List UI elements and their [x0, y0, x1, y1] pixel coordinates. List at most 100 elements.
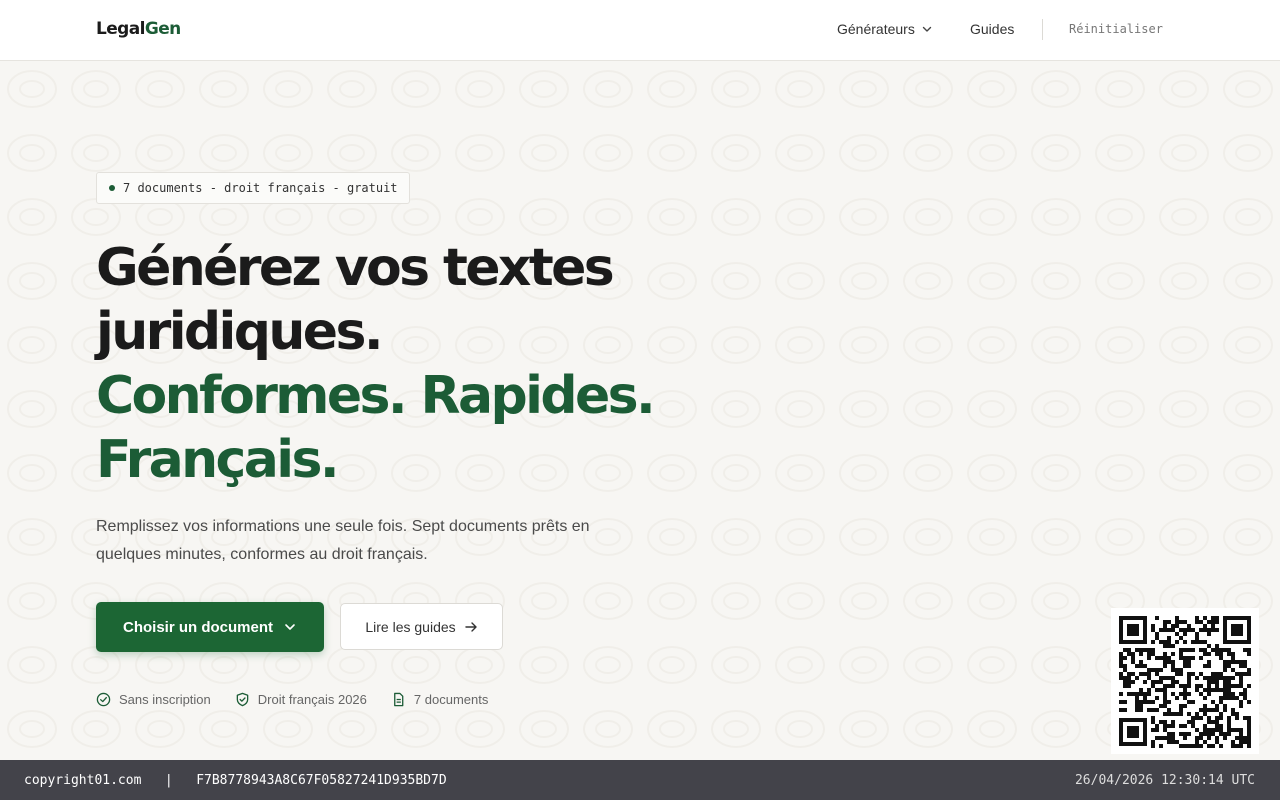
qr-module: [1231, 728, 1235, 732]
qr-module: [1195, 688, 1199, 692]
qr-module: [1179, 732, 1183, 736]
qr-module: [1171, 720, 1175, 724]
qr-module: [1211, 620, 1215, 624]
qr-module: [1243, 648, 1247, 652]
qr-module: [1135, 696, 1139, 700]
logo[interactable]: LegalGen: [96, 19, 181, 39]
qr-module: [1163, 628, 1167, 632]
qr-module: [1175, 624, 1179, 628]
qr-module: [1195, 712, 1199, 716]
qr-module: [1231, 740, 1235, 744]
qr-module: [1139, 688, 1143, 692]
reset-button[interactable]: Réinitialiser: [1069, 22, 1163, 36]
qr-module: [1175, 640, 1179, 644]
qr-module: [1139, 652, 1143, 656]
nav-generators-label: Générateurs: [837, 21, 915, 37]
qr-module: [1239, 664, 1243, 668]
qr-module: [1235, 728, 1239, 732]
qr-module: [1139, 648, 1143, 652]
qr-module: [1163, 656, 1167, 660]
qr-module: [1207, 632, 1211, 636]
qr-module: [1239, 740, 1243, 744]
qr-module: [1179, 636, 1183, 640]
nav-guides-link[interactable]: Guides: [970, 21, 1014, 37]
qr-module: [1191, 724, 1195, 728]
qr-module: [1163, 676, 1167, 680]
qr-module: [1183, 704, 1187, 708]
choose-document-button[interactable]: Choisir un document: [96, 602, 324, 652]
qr-module: [1139, 708, 1143, 712]
qr-module: [1215, 716, 1219, 720]
qr-module: [1151, 744, 1155, 748]
qr-module: [1247, 648, 1251, 652]
qr-module: [1135, 704, 1139, 708]
qr-module: [1207, 716, 1211, 720]
nav-generators-dropdown[interactable]: Générateurs: [837, 21, 933, 37]
qr-module: [1151, 716, 1155, 720]
qr-module: [1211, 624, 1215, 628]
qr-module: [1155, 736, 1159, 740]
qr-module: [1127, 652, 1131, 656]
qr-module: [1223, 692, 1227, 696]
qr-module: [1211, 688, 1215, 692]
qr-module: [1135, 700, 1139, 704]
qr-module: [1203, 688, 1207, 692]
qr-module: [1143, 672, 1147, 676]
qr-module: [1179, 684, 1183, 688]
qr-module: [1167, 628, 1171, 632]
qr-module: [1119, 652, 1123, 656]
read-guides-label: Lire les guides: [365, 618, 456, 635]
qr-module: [1195, 640, 1199, 644]
qr-module: [1171, 644, 1175, 648]
qr-module: [1219, 728, 1223, 732]
qr-module: [1187, 692, 1191, 696]
qr-module: [1179, 672, 1183, 676]
qr-module: [1239, 684, 1243, 688]
qr-module: [1239, 704, 1243, 708]
qr-module: [1195, 632, 1199, 636]
qr-module: [1167, 660, 1171, 664]
read-guides-button[interactable]: Lire les guides: [340, 603, 503, 650]
qr-module: [1223, 688, 1227, 692]
qr-module: [1127, 648, 1131, 652]
qr-module: [1123, 676, 1127, 680]
qr-module: [1171, 724, 1175, 728]
qr-module: [1235, 684, 1239, 688]
qr-module: [1211, 700, 1215, 704]
hero-title: Générez vos textes juridiques. Conformes…: [96, 236, 716, 492]
feature-label: Droit français 2026: [257, 692, 367, 707]
qr-module: [1143, 648, 1147, 652]
qr-module: [1179, 668, 1183, 672]
qr-module: [1167, 676, 1171, 680]
qr-module: [1163, 704, 1167, 708]
qr-module: [1239, 692, 1243, 696]
qr-module: [1151, 652, 1155, 656]
qr-module: [1163, 736, 1167, 740]
qr-module: [1199, 716, 1203, 720]
hero-badge: 7 documents - droit français - gratuit: [96, 172, 410, 204]
qr-module: [1163, 700, 1167, 704]
feature-no-signup: Sans inscription: [96, 692, 211, 707]
chevron-down-icon: [922, 26, 932, 32]
qr-module: [1215, 620, 1219, 624]
qr-module: [1131, 660, 1135, 664]
qr-module: [1207, 732, 1211, 736]
qr-module: [1163, 696, 1167, 700]
qr-module: [1215, 740, 1219, 744]
qr-module: [1191, 672, 1195, 676]
qr-module: [1171, 732, 1175, 736]
qr-module: [1247, 668, 1251, 672]
qr-module: [1151, 680, 1155, 684]
qr-module: [1163, 692, 1167, 696]
qr-module: [1123, 668, 1127, 672]
qr-module: [1219, 700, 1223, 704]
qr-module: [1183, 620, 1187, 624]
qr-module: [1231, 668, 1235, 672]
qr-module: [1187, 744, 1191, 748]
qr-module: [1215, 652, 1219, 656]
qr-module: [1227, 688, 1231, 692]
qr-module: [1231, 744, 1235, 748]
qr-module: [1219, 648, 1223, 652]
qr-module: [1191, 640, 1195, 644]
qr-module: [1183, 656, 1187, 660]
